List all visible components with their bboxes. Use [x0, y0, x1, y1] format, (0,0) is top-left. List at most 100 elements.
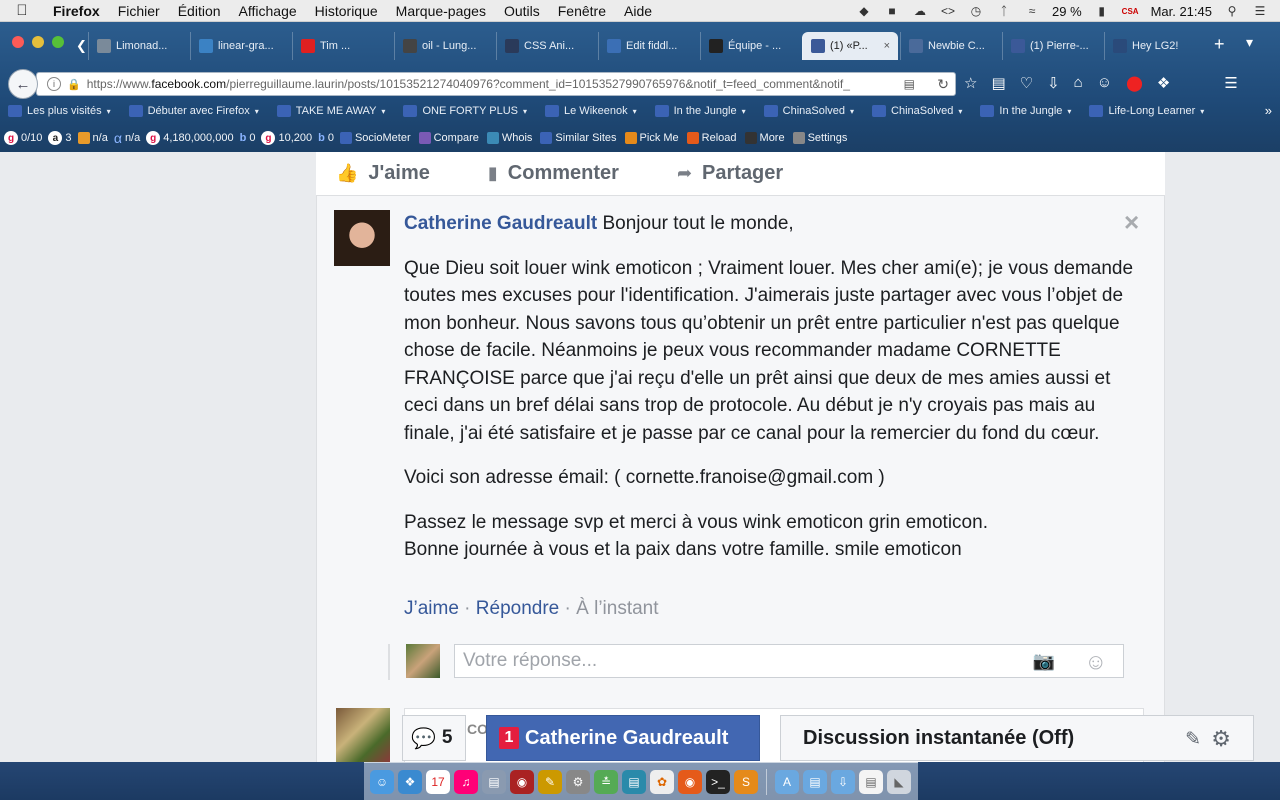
document-stack-icon[interactable]: ▤	[859, 769, 883, 794]
addon-tool-button[interactable]: Settings	[792, 132, 847, 144]
site-info-icon[interactable]: i	[47, 77, 61, 91]
bluetooth-icon[interactable]: ᛏ	[996, 4, 1012, 18]
bookmark-item[interactable]: ChinaSolved ▾	[872, 105, 962, 117]
comment-reply-link[interactable]: Répondre	[476, 598, 559, 619]
close-icon[interactable]: ×	[1124, 209, 1139, 235]
cloud-icon[interactable]: ☁	[912, 4, 928, 18]
new-tab-button[interactable]: +	[1214, 34, 1225, 55]
browser-tab[interactable]: linear-gra...	[190, 32, 290, 60]
dropbox-icon[interactable]: ◆	[856, 4, 872, 18]
bookmark-item[interactable]: Les plus visités ▾	[8, 105, 111, 117]
addon-tool-button[interactable]: Reload	[686, 132, 737, 144]
browser-tab[interactable]: oil - Lung...	[394, 32, 494, 60]
browser-tab[interactable]: Newbie C...	[900, 32, 1000, 60]
tab-list-menu-icon[interactable]: ▾	[1246, 34, 1253, 51]
hello-chat-icon[interactable]: ☺	[1097, 74, 1112, 92]
reply-input[interactable]: Votre réponse... 📷 ☺	[454, 644, 1124, 678]
wifi-icon[interactable]: ≈	[1024, 4, 1040, 18]
alexa-chip[interactable]: a3	[48, 131, 72, 145]
pagerank-chip[interactable]: g 0/10	[4, 131, 42, 145]
addon-tool-button[interactable]: Pick Me	[624, 132, 679, 144]
browser-tab[interactable]: Équipe - ...	[700, 32, 800, 60]
pocket-icon[interactable]: ♡	[1020, 74, 1033, 92]
bookmarks-overflow-icon[interactable]: »	[1265, 103, 1272, 118]
url-bar[interactable]: i 🔒 https://www.facebook.com/pierreguill…	[36, 72, 956, 96]
documents-folder-icon[interactable]: ▤	[803, 769, 827, 794]
bookmark-item[interactable]: Le Wikeenok ▾	[545, 105, 637, 117]
close-tab-icon[interactable]: ×	[884, 40, 890, 52]
minimize-window-button[interactable]	[32, 36, 44, 48]
share-action[interactable]: ➦ Partager	[677, 162, 783, 185]
lock-icon[interactable]: 🔒	[67, 78, 81, 91]
photo-booth-icon[interactable]: ◉	[510, 769, 534, 794]
new-message-icon[interactable]: ✎	[1185, 728, 1201, 751]
sublime-icon[interactable]: S	[734, 769, 758, 794]
comment-author-name[interactable]: Catherine Gaudreault	[404, 213, 597, 234]
menu-marque-pages[interactable]: Marque-pages	[387, 3, 495, 19]
bookmarks-list-icon[interactable]: ▤	[991, 74, 1005, 92]
extension-icon[interactable]: ❖	[1157, 74, 1170, 92]
addon-tool-button[interactable]: Compare	[418, 132, 479, 144]
bookmark-item[interactable]: ONE FORTY PLUS ▾	[403, 105, 527, 117]
input-source-flag[interactable]: CSA	[1122, 7, 1139, 16]
bookmark-star-icon[interactable]: ☆	[964, 74, 977, 92]
menu-fenetre[interactable]: Fenêtre	[549, 3, 615, 19]
grab-icon[interactable]: ✎	[538, 769, 562, 794]
reader-view-icon[interactable]: ▤	[904, 77, 915, 91]
browser-tab[interactable]: Limonad...	[88, 32, 188, 60]
finder-icon[interactable]: ☺	[370, 769, 394, 794]
comment-timestamp[interactable]: À l’instant	[576, 598, 658, 619]
quantcast-chip[interactable]: α n/a	[114, 130, 140, 146]
preview-icon[interactable]: ▤	[482, 769, 506, 794]
like-action[interactable]: 👍 J'aime	[336, 162, 430, 185]
addon-tool-button[interactable]: Whois	[486, 132, 532, 144]
google-index-chip[interactable]: g 4,180,000,000	[146, 131, 234, 145]
photos-icon[interactable]: ✿	[650, 769, 674, 794]
emoji-icon[interactable]: ☺	[1085, 649, 1107, 675]
next-comment-avatar[interactable]	[336, 708, 390, 762]
browser-tab[interactable]: (1) Pierre-...	[1002, 32, 1102, 60]
firefox-menu-icon[interactable]: ☰	[1224, 74, 1237, 92]
bing-links-chip[interactable]: b0	[318, 132, 334, 144]
reload-icon[interactable]: ↻	[937, 76, 949, 93]
notification-center-icon[interactable]: ☰	[1252, 4, 1268, 18]
back-button[interactable]: ←	[8, 69, 38, 99]
chat-sidebar-tab[interactable]: Discussion instantanée (Off) ✎ ⚙	[780, 715, 1254, 761]
clock[interactable]: Mar. 21:45	[1151, 4, 1212, 19]
bookmark-item[interactable]: In the Jungle ▾	[980, 105, 1071, 117]
chat-conversation-tab[interactable]: 1 Catherine Gaudreault	[486, 715, 760, 761]
comment-author-avatar[interactable]	[334, 210, 390, 266]
browser-tab[interactable]: CSS Ani...	[496, 32, 596, 60]
zoom-window-button[interactable]	[52, 36, 64, 48]
menu-affichage[interactable]: Affichage	[230, 3, 306, 19]
browser-tab[interactable]: (1) «P... ×	[802, 32, 898, 60]
bookmark-item[interactable]: Life-Long Learner ▾	[1089, 105, 1204, 117]
code-icon[interactable]: <>	[940, 4, 956, 18]
menu-fichier[interactable]: Fichier	[109, 3, 169, 19]
close-window-button[interactable]	[12, 36, 24, 48]
downloads-folder-icon[interactable]: ⇩	[831, 769, 855, 794]
menu-app-firefox[interactable]: Firefox	[44, 3, 109, 19]
browser-tab[interactable]: Edit fiddl...	[598, 32, 698, 60]
menu-edition[interactable]: Édition	[169, 3, 230, 19]
bookmark-item[interactable]: TAKE ME AWAY ▾	[276, 105, 385, 117]
downloads-icon[interactable]: ⇩	[1047, 74, 1060, 92]
spotlight-search-icon[interactable]: ⚲	[1224, 4, 1240, 18]
comment-like-link[interactable]: J’aime	[404, 598, 459, 619]
safari-icon[interactable]: ❖	[398, 769, 422, 794]
compete-chip[interactable]: n/a	[77, 132, 108, 144]
home-icon[interactable]: ⌂	[1074, 74, 1083, 92]
gear-icon[interactable]: ⚙	[1211, 726, 1231, 752]
browser-tab[interactable]: Hey LG2!	[1104, 32, 1204, 60]
sourcetree-icon[interactable]: ≛	[594, 769, 618, 794]
firefox-icon[interactable]: ◉	[678, 769, 702, 794]
itunes-icon[interactable]: ♫	[454, 769, 478, 794]
addon-tool-button[interactable]: More	[744, 132, 785, 144]
menu-historique[interactable]: Historique	[306, 3, 387, 19]
terminal-icon[interactable]: >_	[706, 769, 730, 794]
system-preferences-icon[interactable]: ⚙	[566, 769, 590, 794]
bing-index-chip[interactable]: b0	[240, 132, 256, 144]
camera-icon[interactable]: 📷	[1033, 651, 1055, 672]
time-machine-icon[interactable]: ◷	[968, 4, 984, 18]
google-links-chip[interactable]: g 10,200	[261, 131, 312, 145]
